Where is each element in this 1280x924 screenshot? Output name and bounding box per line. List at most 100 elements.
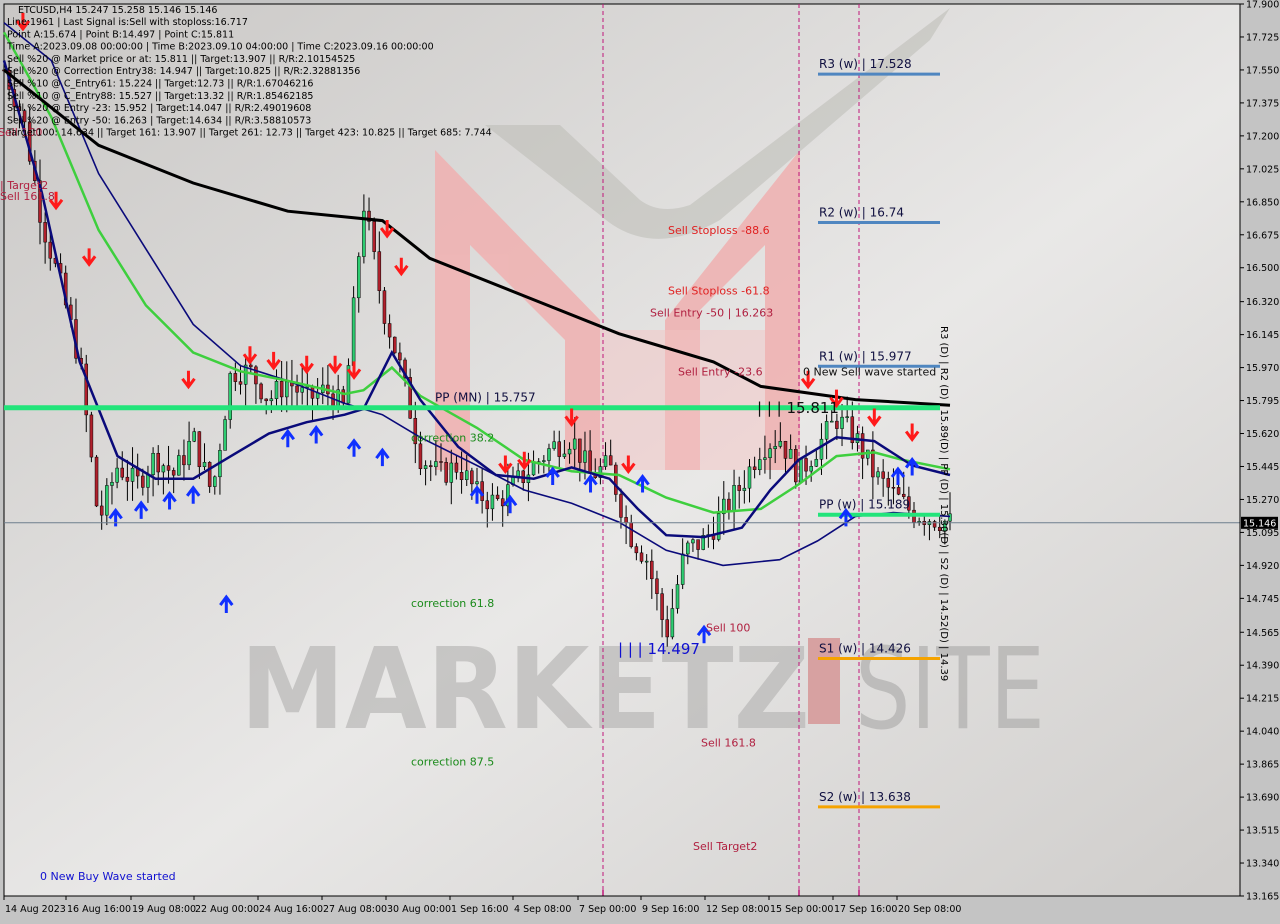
candle-bull — [732, 485, 736, 512]
candle-bear — [696, 539, 700, 550]
candle-bear — [166, 465, 171, 471]
candle-bull — [464, 470, 469, 480]
candle-bull — [213, 476, 217, 487]
annotation-label: Sell 161.8 — [0, 190, 55, 203]
price-tick-label: 17.025 — [1246, 164, 1279, 175]
chart-window[interactable]: MARKETZ SITE R3 (w) | 17.528 R2 (w) | 16.… — [0, 0, 1280, 920]
price-tick-label: 16.675 — [1246, 230, 1279, 241]
price-chart[interactable]: MARKETZ SITE R3 (w) | 17.528R2 (w) | 16.… — [0, 0, 1280, 920]
candle-bull — [758, 459, 762, 471]
candle-bull — [423, 465, 428, 470]
price-tick-label: 13.865 — [1246, 760, 1279, 771]
info-line-6: Sell %10 @ C_Entry88: 15.527 || Target:1… — [7, 91, 313, 102]
candle-bear — [886, 478, 891, 488]
candle-bear — [182, 455, 186, 466]
info-line-4: Sell %20 @ Correction Entry38: 14.947 ||… — [7, 66, 360, 77]
candle-bull — [274, 381, 279, 399]
candle-bull — [917, 521, 921, 523]
price-tick-label: 16.145 — [1246, 330, 1279, 341]
candle-bear — [392, 336, 397, 354]
price-tick-label: 17.375 — [1246, 98, 1279, 109]
candle-bear — [418, 443, 423, 470]
candle-bear — [619, 494, 623, 518]
price-tick-label: 14.215 — [1246, 694, 1279, 705]
candle-bull — [300, 387, 304, 393]
annotation-label: Sell Target2 — [693, 840, 757, 853]
candle-bull — [644, 560, 649, 563]
candle-bull — [105, 485, 109, 516]
pivot-label: PP (w) | 15.189 — [819, 498, 910, 512]
candle-bear — [197, 431, 202, 467]
annotation-label: Sell Stoploss -88.6 — [668, 224, 770, 237]
candle-bull — [716, 513, 721, 540]
candle-bull — [799, 458, 803, 483]
candle-bear — [629, 522, 633, 547]
annotation-label: 0 New Sell wave started — [803, 365, 936, 378]
candle-bull — [357, 256, 361, 299]
info-line-2: Time A:2023.09.08 00:00:00 | Time B:2023… — [6, 42, 434, 53]
candle-bear — [444, 462, 448, 483]
candle-bull — [449, 462, 454, 483]
candle — [89, 411, 94, 463]
price-tick-label: 15.970 — [1246, 363, 1279, 374]
candle-bear — [804, 458, 808, 472]
candle-bull — [351, 297, 356, 366]
candle — [799, 458, 803, 483]
candle-bull — [747, 466, 752, 489]
candle-bull — [876, 471, 880, 478]
candle-bull — [562, 453, 567, 457]
candle-bear — [634, 546, 639, 554]
annotation-label: correction 61.8 — [411, 597, 494, 610]
candle-bear — [752, 466, 757, 471]
candle-bull — [151, 452, 155, 475]
candle-bear — [141, 475, 145, 488]
candle-bear — [660, 593, 664, 620]
candle-bear — [120, 467, 124, 478]
time-tick-label: 20 Sep 08:00 — [898, 904, 961, 915]
pivot-label: R3 (w) | 17.528 — [819, 57, 912, 71]
candle-bull — [490, 494, 495, 510]
info-line-3: Sell %20 @ Market price or at: 15.811 ||… — [7, 54, 355, 65]
annotation-label: correction 38.2 — [411, 431, 494, 444]
candle-bear — [896, 487, 901, 495]
candle-bull — [552, 441, 556, 449]
time-tick-label: 24 Aug 16:00 — [259, 904, 323, 915]
price-tick-label: 16.500 — [1246, 263, 1279, 274]
candle-bull — [809, 466, 813, 472]
price-tick-label: 17.725 — [1246, 32, 1279, 43]
candle-bull — [110, 481, 114, 486]
candle-bull — [223, 419, 227, 451]
price-tick-label: 13.690 — [1246, 793, 1279, 804]
candle-bull — [670, 608, 675, 638]
candle-bull — [285, 381, 289, 398]
info-line-1: Point A:15.674 | Point B:14.497 | Point … — [7, 29, 234, 40]
time-tick-label: 30 Aug 00:00 — [387, 904, 451, 915]
candle-bull — [187, 440, 191, 466]
candle-bull — [814, 459, 819, 467]
candle-bull — [778, 440, 783, 447]
time-tick-label: 9 Sep 16:00 — [642, 904, 699, 915]
price-tick-label: 15.445 — [1246, 462, 1279, 473]
candle-bear — [43, 222, 47, 243]
pivot-label: R1 (w) | 15.977 — [819, 349, 912, 363]
candle — [351, 286, 356, 367]
candle-bull — [202, 462, 207, 467]
candle-bear — [428, 465, 433, 468]
candle-bull — [161, 465, 166, 473]
candle — [794, 445, 798, 489]
candle-bull — [130, 467, 135, 482]
candle-bear — [737, 485, 741, 491]
info-line-8: Sell %20 @ Entry -50: 16.263 | Target:14… — [7, 115, 311, 126]
annotation-label: | | | 15.811 — [757, 399, 839, 417]
candle-bear — [310, 386, 315, 399]
candle-bear — [881, 471, 885, 479]
candle-bear — [588, 450, 592, 473]
candle-bull — [742, 487, 747, 491]
candle-bull — [531, 462, 536, 476]
candle-bear — [382, 290, 387, 324]
candle-bull — [542, 460, 546, 462]
time-tick-label: 14 Aug 2023 — [5, 904, 66, 915]
candle-bear — [94, 456, 99, 507]
time-tick-label: 4 Sep 08:00 — [514, 904, 571, 915]
candle-bull — [516, 470, 520, 477]
